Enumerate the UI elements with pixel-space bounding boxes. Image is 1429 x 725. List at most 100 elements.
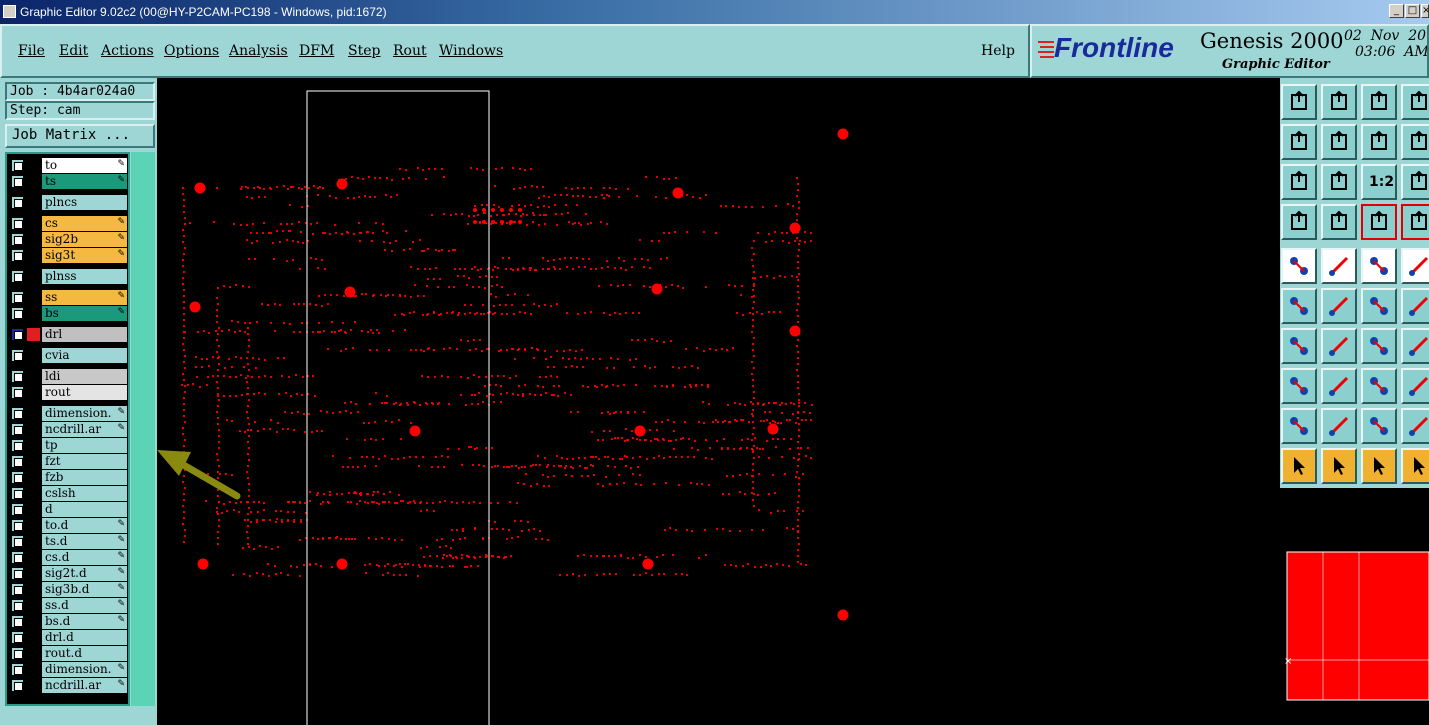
pad-link-button[interactable] <box>1281 368 1317 404</box>
layer-row[interactable]: drl <box>9 327 127 342</box>
arc-button[interactable] <box>1361 328 1397 364</box>
pointer-step-button[interactable] <box>1401 448 1429 484</box>
layer-checkbox[interactable] <box>11 175 24 188</box>
layer-checkbox[interactable] <box>11 471 24 484</box>
layer-row[interactable]: ts ✎ <box>9 174 127 189</box>
triangle-button[interactable] <box>1281 408 1317 444</box>
close-button[interactable]: × <box>1421 4 1429 18</box>
layer-name[interactable]: plncs <box>42 195 127 210</box>
undo-button[interactable] <box>1361 124 1397 160</box>
layer-checkbox[interactable] <box>11 386 24 399</box>
layer-row[interactable]: sig2t.d ✎ <box>9 566 127 581</box>
layer-row[interactable]: dimension. ✎ <box>9 406 127 421</box>
layer-name[interactable]: dimension. <box>42 662 127 677</box>
minimize-button[interactable]: _ <box>1389 4 1404 18</box>
layer-row[interactable]: d <box>9 502 127 517</box>
layer-row[interactable]: ldi <box>9 369 127 384</box>
home-button[interactable] <box>1361 84 1397 120</box>
layer-name[interactable]: fzt <box>42 454 127 469</box>
maximize-button[interactable]: □ <box>1405 4 1420 18</box>
menu-edit[interactable]: Edit <box>59 43 88 59</box>
layer-name[interactable]: ncdrill.ar <box>42 422 127 437</box>
layer-row[interactable]: bs.d ✎ <box>9 614 127 629</box>
layer-row[interactable]: plncs <box>9 195 127 210</box>
send-up-button[interactable] <box>1281 84 1317 120</box>
layer-checkbox[interactable] <box>11 519 24 532</box>
layer-name[interactable]: plnss <box>42 269 127 284</box>
connect-button[interactable] <box>1281 288 1317 324</box>
layer-checkbox[interactable] <box>11 679 24 692</box>
layer-row[interactable]: rout.d <box>9 646 127 661</box>
layer-name[interactable]: cs.d <box>42 550 127 565</box>
layer-checkbox[interactable] <box>11 291 24 304</box>
layer-name[interactable]: sig3t <box>42 248 127 263</box>
layer-row[interactable]: drl.d <box>9 630 127 645</box>
move-button[interactable] <box>1361 368 1397 404</box>
layer-checkbox[interactable] <box>11 328 24 341</box>
line-draw-button[interactable] <box>1321 248 1357 284</box>
layer-name[interactable]: drl <box>42 327 127 342</box>
layer-checkbox[interactable] <box>11 647 24 660</box>
layer-checkbox[interactable] <box>11 349 24 362</box>
layer-checkbox[interactable] <box>11 196 24 209</box>
menu-dfm[interactable]: DFM <box>299 43 334 59</box>
layer-name[interactable]: sig2t.d <box>42 566 127 581</box>
layer-checkbox[interactable] <box>11 217 24 230</box>
layer-row[interactable]: sig3t ✎ <box>9 248 127 263</box>
layer-row[interactable]: ss ✎ <box>9 290 127 305</box>
layer-row[interactable]: sig3b.d ✎ <box>9 582 127 597</box>
pointer-box-button[interactable] <box>1321 448 1357 484</box>
layer-name[interactable]: rout <box>42 385 127 400</box>
probe-button[interactable] <box>1321 204 1357 240</box>
layer-row[interactable]: fzt <box>9 454 127 469</box>
layer-row[interactable]: sig2b ✎ <box>9 232 127 247</box>
layer-row[interactable]: bs ✎ <box>9 306 127 321</box>
layer-checkbox[interactable] <box>11 407 24 420</box>
layer-checkbox[interactable] <box>11 663 24 676</box>
bracket-button[interactable] <box>1401 328 1429 364</box>
layer-checkbox[interactable] <box>11 535 24 548</box>
layer-row[interactable]: ncdrill.ar ✎ <box>9 422 127 437</box>
layer-row[interactable]: tp <box>9 438 127 453</box>
triangle-line-button[interactable] <box>1321 408 1357 444</box>
menu-help[interactable]: Help <box>981 43 1015 59</box>
layer-name[interactable]: ldi <box>42 369 127 384</box>
layer-checkbox[interactable] <box>11 551 24 564</box>
layer-checkbox[interactable] <box>11 455 24 468</box>
layer-row[interactable]: dimension. ✎ <box>9 662 127 677</box>
layer-name[interactable]: sig3b.d <box>42 582 127 597</box>
layer-checkbox[interactable] <box>11 249 24 262</box>
layer-row[interactable]: plnss <box>9 269 127 284</box>
layer-checkbox[interactable] <box>11 159 24 172</box>
layer-checkbox[interactable] <box>11 307 24 320</box>
layer-name[interactable]: cvia <box>42 348 127 363</box>
menu-windows[interactable]: Windows <box>439 43 503 59</box>
layer-row[interactable]: ss.d ✎ <box>9 598 127 613</box>
layer-name[interactable]: ts.d <box>42 534 127 549</box>
net-view-button[interactable] <box>1361 204 1397 240</box>
overview-map[interactable]: × <box>1280 488 1429 725</box>
layer-row[interactable]: ncdrill.ar ✎ <box>9 678 127 693</box>
layer-name[interactable]: to.d <box>42 518 127 533</box>
arch-button[interactable] <box>1361 408 1397 444</box>
layer-name[interactable]: ncdrill.ar <box>42 678 127 693</box>
multi-pad-button[interactable] <box>1401 368 1429 404</box>
slash-button[interactable] <box>1321 328 1357 364</box>
pointer-button[interactable] <box>1281 448 1317 484</box>
layer-checkbox[interactable] <box>11 423 24 436</box>
bar-button[interactable] <box>1321 368 1357 404</box>
layer-name[interactable]: bs <box>42 306 127 321</box>
layer-checkbox[interactable] <box>11 439 24 452</box>
help-button[interactable] <box>1401 164 1429 200</box>
job-matrix-button[interactable]: Job Matrix ... <box>5 124 155 148</box>
menu-file[interactable]: File <box>18 43 45 59</box>
layer-row[interactable]: rout <box>9 385 127 400</box>
layer-row[interactable]: to ✎ <box>9 158 127 173</box>
layer-name[interactable]: cslsh <box>42 486 127 501</box>
zoom-center-button[interactable] <box>1321 164 1357 200</box>
layer-name[interactable]: ts <box>42 174 127 189</box>
window-button[interactable] <box>1401 84 1429 120</box>
delete-net-button[interactable] <box>1321 288 1357 324</box>
layer-row[interactable]: cs ✎ <box>9 216 127 231</box>
pad-select-button[interactable] <box>1281 248 1317 284</box>
